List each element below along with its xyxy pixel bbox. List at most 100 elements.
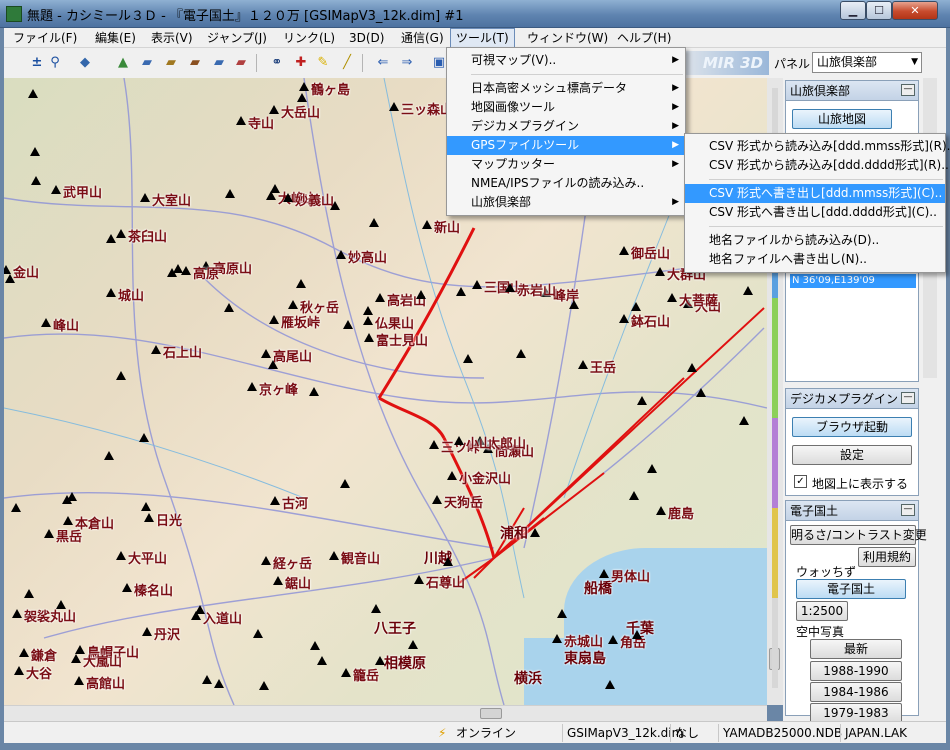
peak-icon bbox=[24, 589, 34, 598]
online-status: オンライン bbox=[456, 726, 517, 740]
collapse-icon[interactable]: — bbox=[901, 84, 915, 96]
toolbar-separator bbox=[362, 54, 363, 72]
peak-icon bbox=[106, 234, 116, 243]
tools-menu-mesh-data[interactable]: 日本高密メッシュ標高データ ▶ bbox=[447, 79, 685, 98]
menu-tools[interactable]: ツール(T) bbox=[450, 28, 515, 48]
peak-icon bbox=[557, 609, 567, 618]
peak-icon bbox=[309, 387, 319, 396]
back-arrow-icon[interactable]: ⇐ bbox=[374, 55, 392, 71]
map-export-icon[interactable]: ▰ bbox=[186, 55, 204, 71]
scroll-thumb[interactable] bbox=[480, 708, 502, 719]
ruler-icon[interactable]: ╱ bbox=[338, 55, 356, 71]
tools-menu: 可視マップ(V).. ▶ 日本高密メッシュ標高データ ▶ 地図画像ツール ▶ デジカメ… bbox=[446, 47, 686, 216]
gps-write-csv-dddd[interactable]: CSV 形式へ書き出し[ddd.dddd形式](C).. bbox=[685, 203, 945, 222]
peak-icon bbox=[151, 345, 161, 354]
peak-icon bbox=[31, 176, 41, 185]
collapse-icon[interactable]: — bbox=[901, 504, 915, 516]
gps-read-csv-mmss[interactable]: CSV 形式から読み込み[ddd.mmss形式](R).. bbox=[685, 137, 950, 156]
tools-menu-map-cutter[interactable]: マップカッター ▶ bbox=[447, 155, 685, 174]
map-place-label: 赤岩山 bbox=[517, 284, 557, 299]
scale-up-icon[interactable]: ± bbox=[28, 55, 46, 71]
tools-menu-yamatabi[interactable]: 山旅倶楽部 ▶ bbox=[447, 193, 685, 212]
chevron-down-icon: ▼ bbox=[911, 57, 918, 67]
zoom-icon[interactable]: ⚲ bbox=[46, 55, 64, 71]
peak-icon bbox=[454, 436, 464, 445]
peak-icon bbox=[655, 267, 665, 276]
map-place-label: 石上山 bbox=[163, 346, 203, 361]
close-button[interactable]: ✕ bbox=[892, 1, 938, 20]
gps-write-csv-mmss[interactable]: CSV 形式へ書き出し[ddd.mmss形式](C).. bbox=[685, 184, 945, 203]
peak-icon bbox=[268, 360, 278, 369]
menu-link[interactable]: リンク(L) bbox=[278, 28, 340, 48]
map-place-label: 寺山 bbox=[248, 117, 275, 132]
collapse-icon[interactable]: — bbox=[901, 392, 915, 404]
map-view-icon[interactable]: ▰ bbox=[138, 55, 156, 71]
menu-window[interactable]: ウィンドウ(W) bbox=[522, 28, 613, 48]
gps-write-placename[interactable]: 地名ファイルへ書き出し(N).. bbox=[685, 250, 945, 269]
menu-jump[interactable]: ジャンプ(J) bbox=[202, 28, 272, 48]
maximize-button[interactable]: ☐ bbox=[866, 1, 892, 20]
brightness-contrast-button[interactable]: 明るさ/コントラスト変更 bbox=[790, 525, 927, 545]
layer-icon[interactable]: ◆ bbox=[76, 55, 94, 71]
tools-menu-visible-map[interactable]: 可視マップ(V).. ▶ bbox=[447, 51, 685, 70]
peak-icon bbox=[173, 264, 183, 273]
peak-icon bbox=[656, 506, 666, 515]
menu-comm[interactable]: 通信(G) bbox=[396, 28, 449, 48]
denshi-group: 電子国土 — 明るさ/コントラスト変更 利用規約 ウォッちず 電子国土 1:25… bbox=[785, 500, 927, 723]
map-place-label: 入道山 bbox=[203, 612, 243, 627]
digicam-settings-button[interactable]: 設定 bbox=[792, 445, 912, 465]
map-shade-icon[interactable]: ▰ bbox=[232, 55, 250, 71]
chevron-right-icon: ▶ bbox=[672, 121, 679, 131]
aerial-latest-button[interactable]: 最新 bbox=[810, 639, 902, 659]
peak-icon bbox=[552, 634, 562, 643]
aerial-1988-button[interactable]: 1988-1990 bbox=[810, 661, 902, 681]
map-3d-icon[interactable]: ▲ bbox=[114, 55, 132, 71]
peak-icon bbox=[443, 557, 453, 566]
gps-read-csv-dddd[interactable]: CSV 形式から読み込み[ddd.dddd形式](R).. bbox=[685, 156, 949, 175]
binoculars-icon[interactable]: ⚭ bbox=[268, 55, 286, 71]
peak-icon bbox=[578, 360, 588, 369]
map-print-icon[interactable]: ▰ bbox=[162, 55, 180, 71]
map-place-label: 天狗岳 bbox=[444, 496, 484, 511]
map-place-label: 石尊山 bbox=[426, 576, 466, 591]
minimize-button[interactable]: ▁ bbox=[840, 1, 866, 20]
peak-icon bbox=[363, 306, 373, 315]
menu-3d[interactable]: 3D(D) bbox=[344, 28, 389, 48]
terms-button[interactable]: 利用規約 bbox=[858, 547, 916, 567]
panel-select[interactable]: 山旅倶楽部 ▼ bbox=[812, 52, 922, 73]
map-hscroll[interactable] bbox=[4, 705, 767, 721]
forward-arrow-icon[interactable]: ⇒ bbox=[398, 55, 416, 71]
menu-file[interactable]: ファイル(F) bbox=[8, 28, 82, 48]
tools-menu-gps-tool[interactable]: GPSファイルツール ▶ bbox=[447, 136, 685, 155]
peak-icon bbox=[28, 89, 38, 98]
tools-menu-nmea[interactable]: NMEA/IPSファイルの読み込み.. bbox=[447, 174, 685, 193]
yamatabi-title: 山旅倶楽部 bbox=[790, 84, 851, 98]
show-on-map-checkbox[interactable]: ✓ bbox=[794, 475, 807, 488]
app-icon[interactable] bbox=[6, 6, 22, 22]
map-overlay-icon[interactable]: ▰ bbox=[210, 55, 228, 71]
tools-menu-image-tool[interactable]: 地図画像ツール ▶ bbox=[447, 98, 685, 117]
peak-icon bbox=[637, 396, 647, 405]
aerial-1984-button[interactable]: 1984-1986 bbox=[810, 682, 902, 702]
peak-icon bbox=[261, 556, 271, 565]
peak-icon bbox=[472, 280, 482, 289]
marker-icon[interactable]: ✚ bbox=[292, 55, 310, 71]
menu-view[interactable]: 表示(V) bbox=[146, 28, 198, 48]
menu-help[interactable]: ヘルプ(H) bbox=[612, 28, 676, 48]
map-place-label: 王岳 bbox=[590, 361, 617, 376]
scale-1-2500-button[interactable]: 1:2500 bbox=[796, 601, 848, 621]
gps-read-placename[interactable]: 地名ファイルから読み込み(D).. bbox=[685, 231, 945, 250]
peak-icon bbox=[142, 627, 152, 636]
yamatabi-map-button[interactable]: 山旅地図 bbox=[792, 109, 892, 129]
map-place-label: 経ヶ岳 bbox=[273, 557, 313, 572]
yamatabi-list-row[interactable]: N 36'09,E139'09 bbox=[790, 274, 916, 288]
browser-launch-button[interactable]: ブラウザ起動 bbox=[792, 417, 912, 437]
denshi-kokudo-button[interactable]: 電子国土 bbox=[796, 579, 906, 599]
peak-icon bbox=[12, 609, 22, 618]
tools-menu-digicam[interactable]: デジカメプラグイン ▶ bbox=[447, 117, 685, 136]
peak-icon bbox=[340, 479, 350, 488]
menu-edit[interactable]: 編集(E) bbox=[90, 28, 141, 48]
pencil-icon[interactable]: ✎ bbox=[314, 55, 332, 71]
aerial-1979-button[interactable]: 1979-1983 bbox=[810, 703, 902, 723]
menu-separator bbox=[709, 179, 943, 180]
